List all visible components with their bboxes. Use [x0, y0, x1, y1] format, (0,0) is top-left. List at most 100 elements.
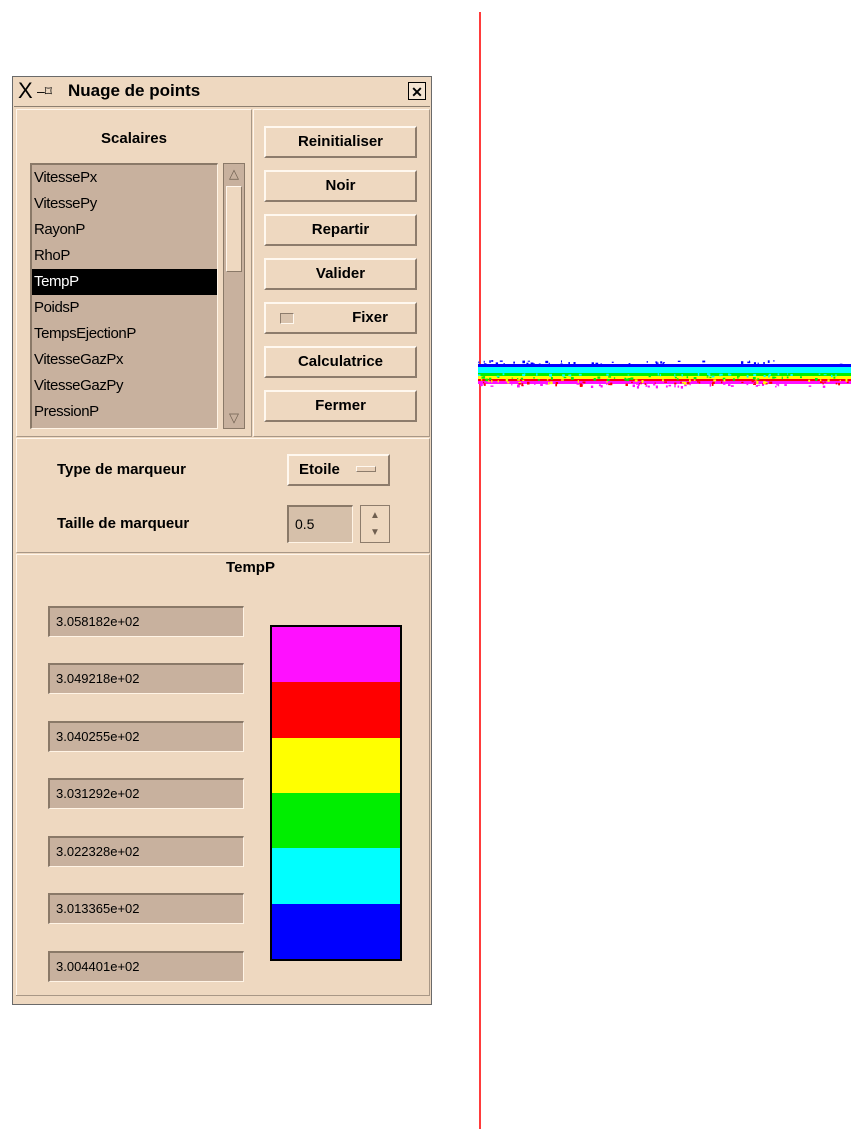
fixer-checkbox[interactable] — [280, 313, 294, 324]
color-swatch — [272, 903, 400, 959]
scatter-point — [640, 381, 642, 385]
legend-value-field[interactable]: 3.040255e+02 — [48, 721, 244, 752]
list-item[interactable]: TempsEjectionP — [32, 321, 217, 347]
list-item[interactable]: VitessePy — [32, 191, 217, 217]
reinitialiser-button[interactable]: Reinitialiser — [264, 126, 417, 158]
scatter-point — [708, 374, 711, 377]
scatter-point — [631, 381, 633, 384]
step-down-icon[interactable]: ▼ — [364, 525, 386, 540]
scatter-point — [674, 382, 677, 385]
marker-size-stepper[interactable]: ▲ ▼ — [360, 505, 390, 543]
list-item[interactable]: RayonP — [32, 217, 217, 243]
legend-value-field[interactable]: 3.058182e+02 — [48, 606, 244, 637]
scatter-point — [827, 379, 830, 382]
scatter-point — [578, 373, 582, 376]
scatter-point — [550, 381, 553, 385]
scatter-point — [683, 381, 687, 385]
scatter-point — [682, 381, 684, 384]
scatter-point — [517, 379, 520, 381]
scroll-down-icon[interactable]: ▽ — [226, 410, 242, 426]
scatter-point — [711, 375, 715, 378]
scatter-point — [763, 381, 766, 385]
title-bar[interactable]: X –⌑ Nuage de points ✕ — [14, 78, 430, 107]
legend-value-field[interactable]: 3.031292e+02 — [48, 778, 244, 809]
scatter-point — [527, 381, 530, 385]
scatter-point — [555, 382, 559, 385]
x-logo-icon: X — [18, 78, 33, 103]
scatter-point — [561, 379, 564, 381]
fixer-label: Fixer — [352, 309, 388, 326]
scatter-point — [489, 360, 491, 363]
scatter-point — [709, 383, 712, 387]
legend-value-field[interactable]: 3.022328e+02 — [48, 836, 244, 867]
scatter-point — [711, 383, 714, 386]
legend-value-field[interactable]: 3.013365e+02 — [48, 893, 244, 924]
marker-panel: Type de marqueur Etoile Taille de marque… — [16, 438, 430, 553]
scatter-point — [752, 377, 756, 380]
calculatrice-button[interactable]: Calculatrice — [264, 346, 417, 378]
close-button[interactable]: ✕ — [408, 82, 426, 100]
repartir-button[interactable]: Repartir — [264, 214, 417, 246]
scatter-point — [674, 373, 676, 377]
list-item[interactable]: PoidsP — [32, 295, 217, 321]
scatter-point — [674, 384, 676, 388]
scatter-point — [677, 385, 680, 388]
color-swatch — [272, 793, 400, 849]
scatter-point — [636, 383, 639, 385]
scatter-point — [733, 378, 735, 382]
scatter-point — [653, 383, 656, 386]
noir-button[interactable]: Noir — [264, 170, 417, 202]
scatter-point — [606, 383, 608, 385]
scalar-list[interactable]: VitessePx VitessePy RayonP RhoP TempP Po… — [30, 163, 218, 429]
list-item-selected[interactable]: TempP — [32, 269, 217, 295]
scatter-point — [518, 381, 522, 383]
fixer-toggle-button[interactable]: Fixer — [264, 302, 417, 334]
list-item[interactable]: RhoP — [32, 243, 217, 269]
scatter-point — [680, 381, 682, 384]
scatter-point — [820, 381, 823, 384]
scatter-point — [755, 385, 758, 387]
scatter-point — [497, 376, 500, 378]
scatter-point — [728, 384, 731, 387]
legend-value-field[interactable]: 3.004401e+02 — [48, 951, 244, 982]
option-menu-indicator-icon — [356, 466, 376, 472]
scatter-point — [483, 376, 486, 379]
plot-vertical-axis — [479, 12, 481, 1129]
scatter-point — [573, 362, 576, 365]
scatter-point — [483, 383, 486, 386]
scatter-point — [686, 376, 689, 379]
marker-size-input[interactable]: 0.5 — [287, 505, 353, 543]
scatter-point — [490, 385, 494, 387]
scatter-point — [689, 383, 691, 386]
scatter-point — [545, 360, 549, 364]
scatter-point — [511, 384, 513, 386]
scatter-point — [641, 380, 644, 383]
list-item[interactable]: PressionP — [32, 399, 217, 425]
scatter-point — [720, 381, 723, 384]
scatter-point — [480, 384, 483, 386]
valider-button[interactable]: Valider — [264, 258, 417, 290]
fermer-button[interactable]: Fermer — [264, 390, 417, 422]
scatter-point — [483, 360, 485, 363]
pin-icon[interactable]: –⌑ — [37, 82, 52, 100]
scatter-point — [662, 379, 664, 382]
scroll-thumb[interactable] — [226, 186, 242, 272]
scatter-point — [680, 386, 684, 389]
scroll-up-icon[interactable]: △ — [226, 166, 242, 182]
scatter-point — [502, 373, 505, 376]
list-item[interactable]: VitesseGazPy — [32, 373, 217, 399]
marker-type-select[interactable]: Etoile — [287, 454, 390, 486]
scatter-point — [786, 376, 789, 379]
scatter-point — [790, 373, 793, 376]
step-up-icon[interactable]: ▲ — [364, 508, 386, 523]
scalar-list-scrollbar[interactable]: △ ▽ — [223, 163, 245, 429]
list-item[interactable]: VitesseGazPx — [32, 347, 217, 373]
legend-value-field[interactable]: 3.049218e+02 — [48, 663, 244, 694]
scatter-point — [689, 379, 691, 383]
scatter-point — [761, 384, 764, 386]
scatter-point — [497, 375, 499, 377]
scatter-point — [654, 382, 656, 384]
scatter-point — [636, 385, 640, 389]
list-item[interactable]: VitessePx — [32, 165, 217, 191]
scatter-point — [668, 384, 672, 387]
